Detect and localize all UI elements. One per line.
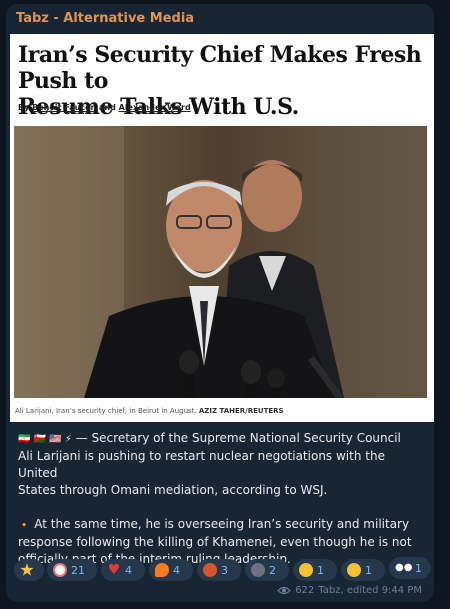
reaction-count: 1 xyxy=(365,563,372,577)
reaction-grin[interactable]: 1 xyxy=(293,559,337,581)
message-line-2: Ali Larijani is pushing to restart nucle… xyxy=(18,449,385,480)
reaction-count: 4 xyxy=(173,563,180,577)
photo-caption: Ali Larijani, Iran’s security chief, in … xyxy=(15,407,284,415)
reaction-count: 4 xyxy=(125,563,132,577)
reaction-count: 2 xyxy=(269,563,276,577)
reaction-star[interactable] xyxy=(14,559,44,581)
message-text: 🇮🇷 🇴🇲 🇺🇸 ⚡ — Secretary of the Supreme Na… xyxy=(18,430,428,568)
article-screenshot[interactable]: Iran’s Security Chief Makes Fresh Push t… xyxy=(10,34,434,422)
message-line-4: At the same time, he is overseeing Iran’… xyxy=(30,517,410,531)
byline-prefix: By xyxy=(18,103,30,112)
eyes-icon: ●● xyxy=(395,562,413,573)
message-paragraph-1: 🇮🇷 🇴🇲 🇺🇸 ⚡ — Secretary of the Supreme Na… xyxy=(18,430,428,448)
article-byline: By Benoit Faucon and Alexander Ward xyxy=(18,103,191,112)
reaction-angry[interactable]: 3 xyxy=(197,559,241,581)
clown-face-icon xyxy=(53,563,67,577)
reaction-count: 1 xyxy=(415,561,422,575)
fire-icon xyxy=(155,563,169,577)
article-photo xyxy=(14,126,427,398)
author-link-1: Benoit Faucon xyxy=(32,103,97,112)
message-line-1: — Secretary of the Supreme National Secu… xyxy=(71,431,401,445)
flag-emojis: 🇮🇷 🇴🇲 🇺🇸 ⚡ xyxy=(18,434,72,445)
reaction-moon[interactable]: 2 xyxy=(245,559,289,581)
views-eye-icon xyxy=(277,586,292,595)
author-link-2: Alexander Ward xyxy=(118,103,191,112)
reaction-eyebrow[interactable]: 1 xyxy=(341,559,385,581)
message-line-3: States through Omani mediation, accordin… xyxy=(18,483,328,497)
reaction-count: 3 xyxy=(221,563,228,577)
grinning-face-icon xyxy=(299,563,313,577)
caption-credit: AZIZ TAHER/REUTERS xyxy=(198,407,284,415)
angry-face-icon xyxy=(203,563,217,577)
photo-illustration xyxy=(14,126,427,398)
reaction-heart[interactable]: ♥ 4 xyxy=(101,559,145,581)
byline-and: and xyxy=(99,103,116,112)
star-icon xyxy=(20,563,34,576)
channel-name[interactable]: Tabz - Alternative Media xyxy=(16,11,194,26)
reaction-clown[interactable]: 21 xyxy=(47,559,97,581)
reaction-count: 1 xyxy=(317,563,324,577)
moon-face-icon xyxy=(251,563,265,577)
author-edited-time: Tabz, edited 9:44 PM xyxy=(318,585,422,596)
message-meta: 622 Tabz, edited 9:44 PM xyxy=(277,585,426,596)
views-count: 622 xyxy=(295,585,315,596)
raised-eyebrow-face-icon xyxy=(347,563,361,577)
reaction-eyes[interactable]: ●● 1 xyxy=(389,557,431,579)
message-line-5: response following the killing of Khamen… xyxy=(18,535,412,549)
message-paragraph-2: 🔸 At the same time, he is overseeing Ira… xyxy=(18,516,428,534)
reaction-fire[interactable]: 4 xyxy=(149,559,193,581)
reaction-count: 21 xyxy=(71,563,85,577)
caption-text: Ali Larijani, Iran’s security chief, in … xyxy=(15,407,197,415)
bullet-icon: 🔸 xyxy=(18,520,31,531)
heart-icon: ♥ xyxy=(107,562,121,578)
message-bubble[interactable]: Tabz - Alternative Media Iran’s Security… xyxy=(6,4,434,602)
headline-line-1: Iran’s Security Chief Makes Fresh Push t… xyxy=(18,42,422,94)
